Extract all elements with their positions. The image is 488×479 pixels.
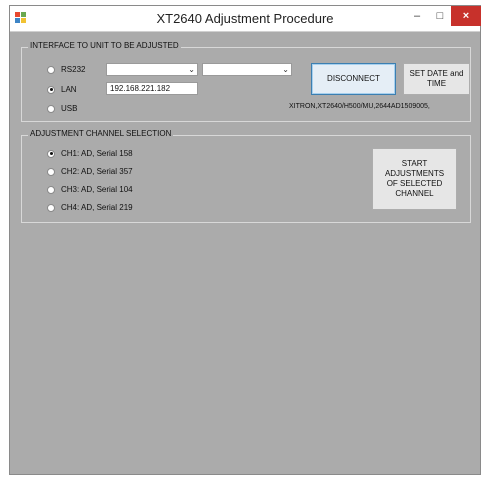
radio-usb-circle[interactable] bbox=[47, 104, 55, 113]
radio-channel-1-circle[interactable] bbox=[47, 149, 55, 158]
start-adjustments-button[interactable]: START ADJUSTMENTS OF SELECTED CHANNEL bbox=[372, 148, 457, 210]
radio-channel-2[interactable]: CH2: AD, Serial 357 bbox=[47, 167, 133, 176]
serial-port-dropdown[interactable]: ⌄ bbox=[106, 63, 198, 76]
radio-channel-4-label: CH4: AD, Serial 219 bbox=[61, 203, 133, 212]
radio-lan-label: LAN bbox=[61, 85, 77, 94]
channel-group-legend: ADJUSTMENT CHANNEL SELECTION bbox=[28, 129, 174, 138]
radio-lan-circle[interactable] bbox=[47, 85, 55, 94]
disconnect-button[interactable]: DISCONNECT bbox=[311, 63, 396, 95]
radio-channel-1-label: CH1: AD, Serial 158 bbox=[61, 149, 133, 158]
radio-lan[interactable]: LAN bbox=[47, 85, 77, 94]
radio-rs232-circle[interactable] bbox=[47, 65, 55, 74]
radio-channel-3[interactable]: CH3: AD, Serial 104 bbox=[47, 185, 133, 194]
maximize-button[interactable]: □ bbox=[429, 6, 451, 26]
minimize-button[interactable]: – bbox=[406, 6, 428, 26]
radio-channel-3-label: CH3: AD, Serial 104 bbox=[61, 185, 133, 194]
radio-rs232-label: RS232 bbox=[61, 65, 86, 74]
radio-channel-2-label: CH2: AD, Serial 357 bbox=[61, 167, 133, 176]
radio-channel-2-circle[interactable] bbox=[47, 167, 55, 176]
baud-rate-dropdown[interactable]: ⌄ bbox=[202, 63, 292, 76]
interface-group: INTERFACE TO UNIT TO BE ADJUSTED RS232 L… bbox=[21, 41, 471, 122]
title-bar[interactable]: XT2640 Adjustment Procedure – □ × bbox=[10, 6, 481, 32]
radio-channel-4-circle[interactable] bbox=[47, 203, 55, 212]
radio-usb[interactable]: USB bbox=[47, 104, 77, 113]
radio-rs232[interactable]: RS232 bbox=[47, 65, 85, 74]
interface-group-legend: INTERFACE TO UNIT TO BE ADJUSTED bbox=[28, 41, 181, 50]
lan-address-input[interactable]: 192.168.221.182 bbox=[106, 82, 198, 95]
close-button[interactable]: × bbox=[451, 6, 481, 26]
radio-channel-4[interactable]: CH4: AD, Serial 219 bbox=[47, 203, 133, 212]
radio-channel-1[interactable]: CH1: AD, Serial 158 bbox=[47, 149, 133, 158]
chevron-down-icon: ⌄ bbox=[282, 65, 289, 74]
radio-usb-label: USB bbox=[61, 104, 78, 113]
radio-channel-3-circle[interactable] bbox=[47, 185, 55, 194]
main-window: XT2640 Adjustment Procedure – □ × INTERF… bbox=[9, 5, 481, 475]
channel-selection-group: ADJUSTMENT CHANNEL SELECTION CH1: AD, Se… bbox=[21, 129, 471, 223]
chevron-down-icon: ⌄ bbox=[188, 65, 195, 74]
device-identity-text: XITRON,XT2640/H500/MU,2644AD1509005, bbox=[289, 103, 430, 110]
set-date-time-button[interactable]: SET DATE and TIME bbox=[403, 63, 470, 95]
